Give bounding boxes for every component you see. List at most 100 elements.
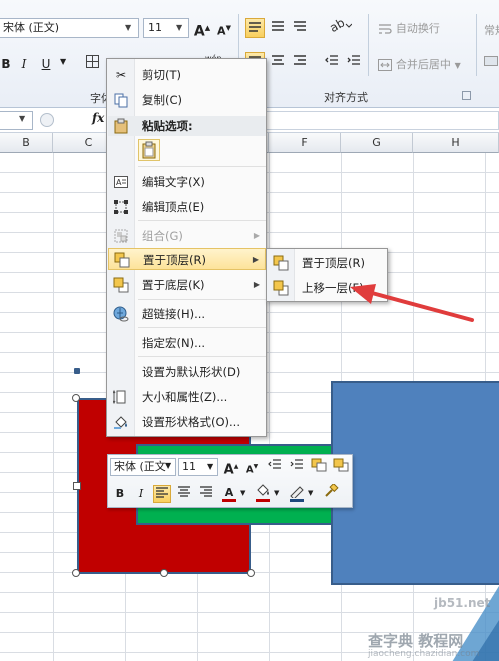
font-name-value: 宋体 (正文) [3, 21, 60, 34]
group-icon [113, 228, 129, 244]
grow-font-button[interactable]: A▲ [192, 18, 212, 40]
mini-align-left-button[interactable] [153, 485, 171, 503]
mini-italic-button[interactable]: I [132, 485, 150, 503]
menu-separator [138, 220, 266, 221]
menu-item-cut[interactable]: ✂ 剪切(T) [108, 64, 266, 86]
chevron-down-icon[interactable]: ▼ [60, 57, 66, 66]
orientation-button[interactable]: ab [326, 15, 354, 38]
expand-toggle[interactable] [40, 113, 54, 127]
underline-button[interactable]: U [36, 54, 56, 74]
menu-item-hyperlink[interactable]: 超链接(H)... [108, 303, 266, 325]
chevron-down-icon[interactable]: ▼ [274, 489, 279, 497]
font-size-combobox[interactable]: 11 ▼ [143, 18, 189, 38]
align-top-icon [249, 22, 261, 32]
currency-icon[interactable] [484, 54, 498, 71]
wrap-text-label: 自动换行 [395, 22, 440, 35]
name-box[interactable]: ▼ [0, 111, 33, 130]
merge-center-button[interactable]: 合并后居中 ▼ [378, 56, 461, 72]
align-bottom-button[interactable] [290, 18, 310, 38]
menu-item-label: 超链接(H)... [142, 307, 206, 321]
align-middle-icon [272, 21, 284, 31]
mini-outline-color-button[interactable] [288, 484, 306, 502]
chevron-down-icon: ▼ [207, 462, 214, 471]
resize-handle[interactable] [72, 569, 80, 577]
pen-outline-icon [290, 486, 304, 500]
wrap-text-button[interactable]: 自动换行 [378, 20, 440, 36]
resize-handle[interactable] [160, 569, 168, 577]
increase-indent-button[interactable] [344, 52, 364, 72]
menu-item-label: 组合(G) [142, 229, 183, 243]
align-center-button[interactable] [268, 52, 288, 72]
fill-color-swatch [256, 499, 270, 502]
menu-item-format-shape[interactable]: 设置形状格式(O)... [108, 411, 266, 433]
menu-item-copy[interactable]: 复制(C) [108, 89, 266, 111]
rotation-handle[interactable] [74, 368, 80, 374]
align-top-button[interactable] [245, 18, 265, 38]
mini-align-center-button[interactable] [175, 485, 193, 503]
chevron-down-icon[interactable]: ▼ [240, 489, 245, 497]
paint-bucket-icon [257, 484, 269, 496]
menu-item-group[interactable]: 组合(G) ▶ [108, 225, 266, 247]
submenu-item-bring-to-front[interactable]: 置于顶层(R) [268, 252, 386, 274]
menu-item-bring-to-front[interactable]: 置于顶层(R) ▶ [108, 248, 266, 270]
decrease-indent-button[interactable] [322, 52, 342, 72]
menu-item-label: 指定宏(N)... [142, 336, 206, 350]
mini-align-right-button[interactable] [197, 485, 215, 503]
align-center-icon [272, 55, 284, 65]
mini-decrease-indent-button[interactable] [266, 458, 284, 476]
paste-options-header: 粘贴选项: [108, 116, 266, 136]
resize-handle[interactable] [73, 482, 81, 490]
font-name-combobox[interactable]: 宋体 (正文) ▼ [0, 18, 139, 38]
chevron-down-icon[interactable]: ▼ [308, 489, 313, 497]
column-header-g[interactable]: G [341, 133, 413, 153]
divider [476, 14, 477, 76]
column-header-h[interactable]: H [413, 133, 499, 153]
divider [368, 14, 369, 76]
align-right-button[interactable] [290, 52, 310, 72]
menu-item-label: 置于底层(K) [142, 278, 205, 292]
align-left-icon [156, 487, 168, 498]
menu-item-size-properties[interactable]: 大小和属性(Z)... [108, 386, 266, 408]
menu-separator [138, 356, 266, 357]
annotation-arrow [350, 284, 474, 322]
mini-bold-button[interactable]: B [111, 485, 129, 503]
number-format-combobox[interactable]: 常规 [484, 22, 499, 38]
italic-button[interactable]: I [14, 54, 34, 74]
font-color-letter: A [224, 486, 234, 499]
shrink-font-button[interactable]: A▼ [214, 18, 234, 38]
mini-grow-font-button[interactable]: A▲ [222, 458, 240, 477]
align-right-icon [200, 486, 212, 497]
mini-font-color-button[interactable]: A [220, 484, 238, 502]
mini-font-size-combobox[interactable]: 11 ▼ [178, 458, 218, 476]
mini-increase-indent-button[interactable] [288, 458, 306, 476]
scissors-icon: ✂ [115, 68, 127, 82]
chevron-down-icon: ▼ [176, 23, 183, 32]
resize-handle[interactable] [247, 569, 255, 577]
mini-fill-color-button[interactable] [254, 484, 272, 502]
menu-item-edit-points[interactable]: 编辑顶点(E) [108, 196, 266, 218]
mini-bring-to-front-button[interactable] [310, 458, 328, 476]
menu-item-edit-text[interactable]: A 编辑文字(X) [108, 171, 266, 193]
format-shape-icon [113, 414, 129, 430]
paste-option-button[interactable] [138, 139, 160, 161]
menu-item-assign-macro[interactable]: 指定宏(N)... [108, 332, 266, 354]
chevron-down-icon[interactable]: ▼ [165, 461, 171, 470]
mini-send-to-back-button[interactable] [332, 458, 350, 476]
watermark-brand: 查字典 教程网 [368, 632, 464, 650]
watermark-url: jiaocheng.chazidian.com [368, 649, 480, 659]
menu-item-send-to-back[interactable]: 置于底层(K) ▶ [108, 274, 266, 296]
align-middle-button[interactable] [268, 18, 288, 38]
insert-function-button[interactable]: fx [92, 111, 104, 125]
borders-button[interactable] [82, 54, 102, 74]
mini-shrink-font-button[interactable]: A▼ [243, 458, 261, 476]
menu-item-label: 复制(C) [142, 93, 183, 107]
text-orientation-icon: ab [327, 15, 353, 35]
blue-rectangle-shape[interactable] [331, 381, 499, 585]
format-painter-icon [325, 482, 339, 497]
dialog-launcher-icon[interactable] [462, 91, 471, 100]
column-header-b[interactable]: B [0, 133, 53, 153]
column-header-f[interactable]: F [269, 133, 341, 153]
mini-format-painter-button[interactable] [322, 482, 340, 502]
resize-handle[interactable] [72, 394, 80, 402]
menu-item-set-default-shape[interactable]: 设置为默认形状(D) [108, 361, 266, 383]
